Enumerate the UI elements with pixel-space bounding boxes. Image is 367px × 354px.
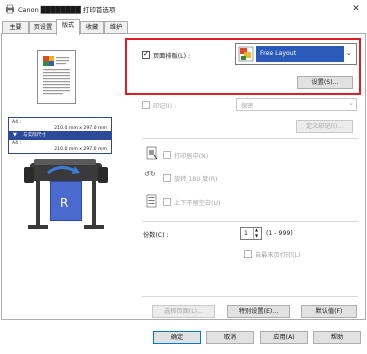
- rotate-180-checkbox[interactable]: [163, 174, 171, 182]
- center-page-icon: [146, 146, 158, 160]
- special-settings-button[interactable]: 特别设置(E)...: [227, 305, 290, 318]
- printer-illustration: R: [24, 159, 108, 229]
- copies-input[interactable]: 1 ▲ ▼: [240, 227, 262, 240]
- no-margin-label: 上下不留空白(U): [174, 200, 221, 207]
- print-center-checkbox[interactable]: [163, 151, 171, 159]
- stamp-value: 保密: [241, 103, 254, 110]
- page-preview-image: [43, 56, 70, 95]
- copies-value: 1: [244, 230, 248, 237]
- separator: [142, 221, 358, 222]
- page-layout-label: 页面排版(L) :: [153, 53, 191, 60]
- tab-layout[interactable]: 版式: [56, 19, 80, 35]
- title-bar: Canon ████████ 打印首选项 ✕: [0, 0, 367, 18]
- collate-label: 自最末页打印(L): [255, 252, 301, 259]
- paper-size-info: A4 : 210.0 mm x 297.0 mm 与实际尺寸 ▼ A4 : 21…: [8, 117, 112, 154]
- no-margin-checkbox[interactable]: [163, 198, 171, 206]
- page-layout-settings-button[interactable]: 设置(S)...: [297, 76, 353, 89]
- ok-button[interactable]: 确定: [153, 331, 201, 344]
- stamp-select[interactable]: 保密 ⌄: [236, 98, 357, 111]
- chevron-down-icon: ⌄: [346, 49, 352, 57]
- stepper-up-icon[interactable]: ▲: [255, 227, 258, 232]
- separator: [142, 296, 358, 297]
- chevron-down-icon: ⌄: [348, 99, 354, 107]
- page-preview: [37, 50, 76, 104]
- page-layout-select[interactable]: Free Layout ⌄: [235, 43, 357, 65]
- rotate-180-icon: ↺↻: [144, 170, 156, 178]
- help-button[interactable]: 帮助: [313, 331, 361, 344]
- svg-text:R: R: [60, 196, 68, 210]
- stamp-checkbox[interactable]: [142, 101, 150, 109]
- separator: [142, 138, 358, 139]
- copies-label: 份数(C) :: [143, 232, 169, 239]
- print-center-label: 打印居中(N): [174, 153, 209, 160]
- close-icon[interactable]: ✕: [349, 2, 363, 16]
- apply-button[interactable]: 应用(A): [260, 331, 308, 344]
- cancel-button[interactable]: 取消: [206, 331, 254, 344]
- stepper-down-icon[interactable]: ▼: [255, 233, 258, 238]
- copies-stepper[interactable]: ▲ ▼: [253, 227, 261, 239]
- defaults-button[interactable]: 默认值(F): [301, 305, 357, 318]
- define-stamp-button[interactable]: 定义印记(I)...: [296, 120, 353, 133]
- stamp-label: 印记(I) :: [153, 103, 177, 110]
- tab-strip: 主要 页设置 版式 收藏 维护: [0, 18, 367, 35]
- collate-checkbox[interactable]: [244, 250, 252, 258]
- page-layout-checkbox[interactable]: [142, 50, 150, 59]
- free-layout-icon: [238, 46, 254, 62]
- copies-range: (1 - 999): [266, 230, 293, 237]
- select-page-button[interactable]: 选择页面(L)...: [152, 305, 215, 318]
- page-layout-value: Free Layout: [256, 46, 344, 62]
- printer-app-icon: [6, 4, 14, 14]
- flip-page-icon: [146, 194, 157, 208]
- rotate-180-label: 旋转 180 度(R): [174, 176, 218, 183]
- window-title: Canon ████████ 打印首选项: [18, 6, 116, 14]
